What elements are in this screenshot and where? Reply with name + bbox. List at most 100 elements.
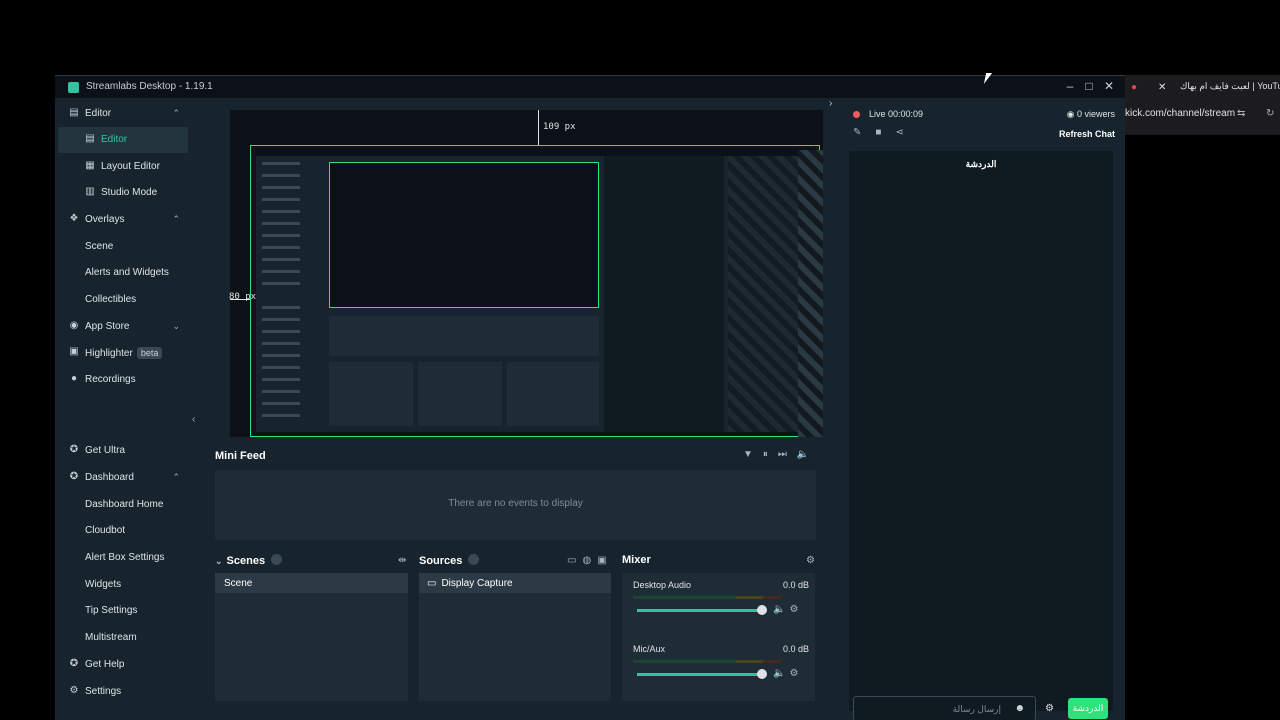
channel-controls: 🔈⚙ xyxy=(773,668,802,679)
nested-row xyxy=(262,354,300,357)
volume-slider-knob[interactable] xyxy=(757,605,767,615)
sidebar-item-editor-sub[interactable]: ▤ Editor xyxy=(58,127,188,153)
chevron-up-icon: ⌃ xyxy=(172,214,180,224)
channel-settings-icon[interactable]: ⚙ xyxy=(789,604,802,615)
sidebar-item-get-help[interactable]: ✪ Get Help xyxy=(58,652,188,678)
nested-row xyxy=(262,162,300,165)
mute-icon[interactable]: 🔈 xyxy=(773,668,789,679)
sidebar-item-highlighter[interactable]: ▣ Highlighter beta xyxy=(58,340,188,366)
sidebar-item-label: Layout Editor xyxy=(101,161,160,172)
chat-send-button[interactable]: الدردشة xyxy=(1068,698,1108,719)
nested-row xyxy=(262,306,300,309)
sidebar-item-layout-editor[interactable]: ▦ Layout Editor xyxy=(58,154,188,180)
sidebar-item-label: Studio Mode xyxy=(101,187,158,198)
refresh-chat-button[interactable]: Refresh Chat xyxy=(1059,129,1115,139)
volume-slider[interactable] xyxy=(637,673,761,676)
chevron-up-icon: ⌃ xyxy=(172,108,180,118)
chat-title: الدردشة xyxy=(965,159,997,169)
tab-close-icon[interactable]: ✕ xyxy=(1158,82,1166,93)
browser-tab[interactable]: لعبت فايف ام بهاك | YouTube (1 xyxy=(1180,81,1280,92)
sidebar-item-dashboard-home[interactable]: Dashboard Home xyxy=(58,492,188,518)
sources-panel: ▭ Display Capture xyxy=(419,573,611,701)
sidebar-item-collectibles[interactable]: Collectibles xyxy=(58,287,188,313)
sidebar-item-label: Tip Settings xyxy=(85,605,138,616)
editor-preview[interactable]: 109 px 80 px xyxy=(229,110,823,437)
nested-title-bar xyxy=(256,148,816,156)
sidebar-item-alerts-widgets[interactable]: Alerts and Widgets xyxy=(58,260,188,286)
overlays-icon: ❖ xyxy=(69,213,79,224)
sidebar-item-get-ultra[interactable]: ✪ Get Ultra xyxy=(58,438,188,464)
sidebar-item-tip-settings[interactable]: Tip Settings xyxy=(58,598,188,624)
ultra-icon: ✪ xyxy=(69,444,79,455)
edit-icon[interactable]: ✎ xyxy=(853,127,875,138)
sidebar-item-cloudbot[interactable]: Cloudbot xyxy=(58,518,188,544)
scenes-panel: Scene xyxy=(215,573,408,701)
mute-icon[interactable]: 🔈 xyxy=(773,604,789,615)
nested-row xyxy=(262,258,300,261)
folder-icon[interactable]: ▭ xyxy=(567,555,582,566)
live-timer: Live 00:00:09 xyxy=(869,109,924,119)
sidebar-item-label: Multistream xyxy=(85,632,137,643)
channel-name: Desktop Audio xyxy=(633,580,692,590)
collapse-sidebar-icon[interactable]: ‹ xyxy=(192,414,195,425)
nested-row xyxy=(262,198,300,201)
sidebar-item-editor[interactable]: ▤ Editor ⌃ xyxy=(58,101,188,127)
sidebar-item-recordings[interactable]: ● Recordings xyxy=(58,367,188,393)
scene-item[interactable]: Scene xyxy=(215,573,408,593)
sidebar-item-overlays[interactable]: ❖ Overlays ⌃ xyxy=(58,207,188,233)
nested-sources-dock xyxy=(418,362,502,426)
volume-meter xyxy=(633,660,781,663)
sidebar-item-studio-mode[interactable]: ▥ Studio Mode xyxy=(58,180,188,206)
sidebar-item-widgets[interactable]: Widgets xyxy=(58,572,188,598)
nested-sidebar xyxy=(256,156,316,432)
app-store-icon: ◉ xyxy=(69,320,79,331)
sidebar-item-scene[interactable]: Scene xyxy=(58,234,188,260)
sidebar-item-settings[interactable]: ⚙ Settings xyxy=(58,679,188,705)
scene-transitions-icon[interactable]: ⇹ xyxy=(398,555,406,566)
chevron-down-icon[interactable]: ⌄ xyxy=(215,556,223,566)
sidebar-item-label: Highlighter beta xyxy=(85,347,163,359)
chat-settings-icon[interactable]: ⚙ xyxy=(1045,703,1054,714)
browser-url[interactable]: kick.com/channel/stream xyxy=(1125,108,1235,119)
sidebar-item-label: Collectibles xyxy=(85,294,137,305)
volume-slider[interactable] xyxy=(637,609,761,612)
minimize-icon[interactable]: – xyxy=(1061,79,1079,93)
streamlabs-window: Streamlabs Desktop - 1.19.1 – □ ✕ ▤ Edit… xyxy=(55,75,1125,720)
filter-icon[interactable]: ▼ xyxy=(743,449,763,460)
skip-icon[interactable]: ⏭ xyxy=(778,449,797,460)
expand-chat-icon[interactable]: › xyxy=(829,98,832,109)
close-icon[interactable]: ✕ xyxy=(1100,79,1118,93)
emoji-icon[interactable]: ☻ xyxy=(1014,703,1025,714)
site-settings-icon[interactable]: ⇆ xyxy=(1237,108,1245,119)
add-scene-icon[interactable] xyxy=(271,554,283,565)
share-icon[interactable]: ⋖ xyxy=(895,127,917,138)
pause-icon[interactable]: ⏸ xyxy=(763,449,778,460)
source-item[interactable]: ▭ Display Capture xyxy=(419,573,611,593)
sources-header: Sources xyxy=(419,554,480,567)
sidebar-item-multistream[interactable]: Multistream xyxy=(58,625,188,651)
chat-input[interactable]: إرسال رسالة ☻ xyxy=(853,696,1036,720)
filters-icon[interactable]: ◍ xyxy=(582,555,597,566)
reload-icon[interactable]: ↻ xyxy=(1266,108,1274,119)
volume-icon[interactable]: 🔈 xyxy=(797,449,819,460)
mixer-settings-icon[interactable]: ⚙ xyxy=(806,555,815,566)
nested-row xyxy=(262,330,300,333)
add-source-icon[interactable] xyxy=(468,554,480,565)
title-bar: Streamlabs Desktop - 1.19.1 – □ ✕ xyxy=(55,76,1125,98)
nested-row xyxy=(262,186,300,189)
nested-mixer-dock xyxy=(507,362,599,426)
editor-icon: ▤ xyxy=(69,107,79,118)
sidebar-item-app-store[interactable]: ◉ App Store ⌄ xyxy=(58,314,188,340)
nested-screen-capture xyxy=(256,148,816,432)
maximize-icon[interactable]: □ xyxy=(1080,79,1098,93)
volume-slider-knob[interactable] xyxy=(757,669,767,679)
camera-icon[interactable]: ■ xyxy=(875,127,895,138)
channel-settings-icon[interactable]: ⚙ xyxy=(789,668,802,679)
sidebar-item-alert-box-settings[interactable]: Alert Box Settings xyxy=(58,545,188,571)
source-tools: ▭◍▣ xyxy=(567,555,613,566)
highlighter-icon: ▣ xyxy=(69,346,79,357)
source-settings-icon[interactable]: ▣ xyxy=(597,555,612,566)
sidebar-item-dashboard[interactable]: ✪ Dashboard ⌃ xyxy=(58,465,188,491)
volume-meter xyxy=(633,596,781,599)
nested-row xyxy=(262,318,300,321)
